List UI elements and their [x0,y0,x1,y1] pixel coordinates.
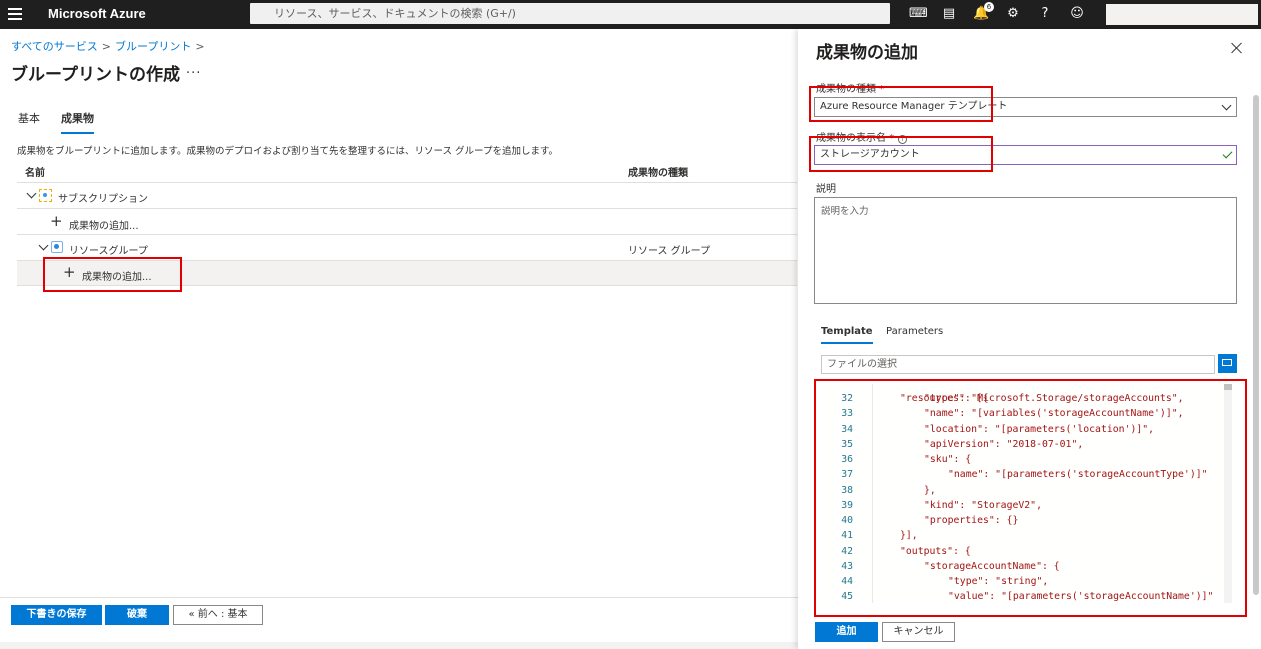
discard-button[interactable]: 破棄 [105,605,169,625]
cancel-button[interactable]: キャンセル [882,622,955,642]
resource-group-name: リソースグループ [69,246,148,257]
breadcrumb-blueprints[interactable]: ブループリント [115,40,191,53]
display-name-value: ストレージアカウント [820,149,920,160]
line-number: 37 [841,469,853,481]
line-number: 44 [841,576,853,587]
line-number: 43 [841,560,853,572]
wizard-tabs: 基本 成果物 [18,110,115,134]
tab-parameters[interactable]: Parameters [886,326,943,337]
notification-count-badge: 6 [984,2,994,12]
tab-template[interactable]: Template [821,326,873,344]
code-text: "storageAccountName": { [924,560,1060,572]
artifact-type-dropdown[interactable]: Azure Resource Manager テンプレート [814,97,1237,117]
cloud-shell-icon[interactable]: ⌨ [909,6,928,22]
description-label: 説明 [816,184,836,195]
table-row-add-artifact-rg[interactable]: + 成果物の追加... [17,261,797,286]
panel-title: 成果物の追加 [816,43,918,63]
table-row-resource-group[interactable]: リソースグループ リソース グループ [17,235,797,261]
previous-button[interactable]: « 前へ : 基本 [173,605,263,625]
editor-scrollbar[interactable] [1224,384,1232,603]
folder-icon [1222,359,1232,366]
editor-gutter-divider [872,384,873,603]
more-options-button[interactable]: ... [186,62,201,77]
code-text: "apiVersion": "2018-07-01", [924,438,1084,450]
breadcrumb-separator: > [195,40,205,53]
artifacts-description: 成果物をブループリントに追加します。成果物のデプロイおよび割り当て先を整理するに… [17,146,559,157]
portal-brand[interactable]: Microsoft Azure [48,6,146,21]
panel-scrollbar[interactable] [1253,95,1259,595]
line-number: 36 [841,454,853,465]
code-text: "properties": {} [924,515,1019,526]
description-textarea[interactable]: 説明を入力 [814,197,1237,304]
code-line: "resources": [{ [900,393,989,404]
plus-icon: + [63,263,76,281]
plus-icon: + [50,212,63,230]
close-icon[interactable] [1230,41,1244,55]
line-number: 39 [841,499,853,511]
page-title: ブループリントの作成 [11,65,180,85]
chevron-down-icon[interactable] [38,240,49,251]
account-menu[interactable] [1106,4,1258,25]
footer-divider [0,597,798,598]
file-select-input[interactable]: ファイルの選択 [821,355,1215,374]
line-number: 45 [841,591,853,603]
line-number: 41 [841,530,853,542]
line-number: 38 [841,484,853,496]
code-text: "value": "[parameters('storageAccountNam… [948,591,1214,603]
code-text: }], [900,530,918,542]
code-text: "outputs": { [900,545,971,557]
global-search-input[interactable]: リソース、サービス、ドキュメントの検索 (G+/) [250,3,890,24]
code-text: "sku": { [924,454,972,465]
directory-filter-icon[interactable]: ▤ [941,6,957,22]
help-icon[interactable]: ? [1037,6,1053,22]
chevron-down-icon[interactable] [26,188,37,199]
info-icon[interactable]: i [898,135,908,144]
breadcrumb-all-services[interactable]: すべてのサービス [11,40,98,53]
code-text: "name": "[variables('storageAccountName'… [924,408,1184,420]
breadcrumb-separator: > [101,40,112,53]
template-code-editor[interactable]: "resources": [{ 32 "type": "Microsoft.Sto… [822,384,1234,603]
table-row-add-artifact[interactable]: + 成果物の追加... [17,209,797,235]
chevron-down-icon [1221,100,1232,111]
add-button[interactable]: 追加 [815,622,878,642]
line-number: 33 [841,408,853,420]
code-text: "kind": "StorageV2", [924,499,1042,511]
menu-icon[interactable] [8,8,22,20]
display-name-input[interactable]: ストレージアカウント [814,145,1237,165]
feedback-icon[interactable]: ☺ [1069,6,1085,22]
artifact-type-value: Azure Resource Manager テンプレート [820,101,1008,112]
line-number: 34 [841,423,853,435]
resource-group-type: リソース グループ [628,246,711,257]
code-text: "type": "string", [948,576,1049,587]
breadcrumb: すべてのサービス > ブループリント > [11,38,209,54]
subscription-icon [39,189,52,202]
code-text: "name": "[parameters('storageAccountType… [948,469,1208,481]
table-row-subscription[interactable]: サブスクリプション [17,183,797,209]
add-artifact-link[interactable]: 成果物の追加... [82,268,152,283]
code-text: }, [924,484,936,496]
subscription-name: サブスクリプション [58,194,148,205]
code-text: "type": "Microsoft.Storage/storageAccoun… [924,393,1184,404]
resource-group-icon [51,241,63,253]
checkmark-icon [1222,148,1233,159]
code-text: "location": "[parameters('location')]", [924,423,1155,435]
tab-artifacts[interactable]: 成果物 [61,110,94,134]
add-artifact-link[interactable]: 成果物の追加... [69,217,139,232]
line-number: 42 [841,545,853,557]
display-name-label: 成果物の表示名 * i [816,129,908,144]
line-number: 32 [841,393,853,404]
tab-basics[interactable]: 基本 [18,110,40,134]
column-header-type: 成果物の種類 [628,168,688,179]
settings-icon[interactable]: ⚙ [1005,6,1021,22]
column-header-name: 名前 [25,168,45,179]
table-header: 名前 成果物の種類 [17,158,797,183]
top-navigation-bar: Microsoft Azure リソース、サービス、ドキュメントの検索 (G+/… [0,0,1261,29]
browse-file-button[interactable] [1218,354,1237,373]
editor-scroll-thumb[interactable] [1224,384,1232,390]
horizontal-scrollbar[interactable] [0,642,798,649]
save-draft-button[interactable]: 下書きの保存 [11,605,102,625]
line-number: 35 [841,438,853,450]
artifact-type-label: 成果物の種類 * [816,84,885,95]
line-number: 40 [841,515,853,526]
